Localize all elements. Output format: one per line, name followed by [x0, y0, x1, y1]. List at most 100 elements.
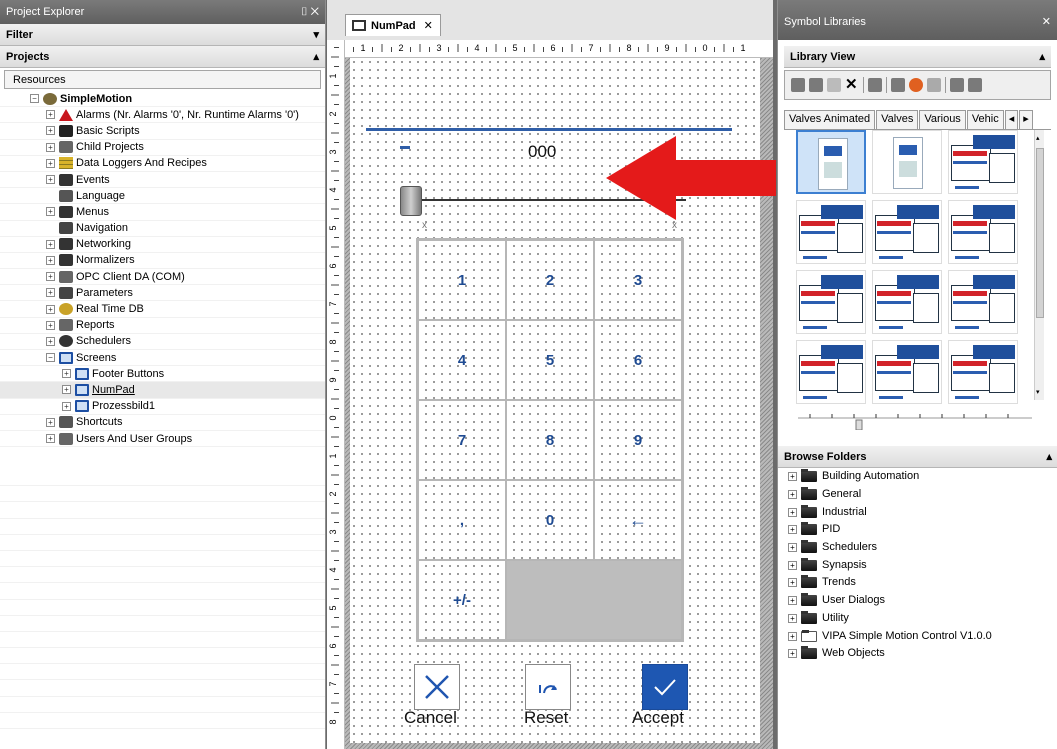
tree-item-opc-client-da-com[interactable]: + OPC Client DA (COM) [0, 269, 325, 286]
symbol-thumbnail[interactable] [948, 340, 1018, 404]
tab-numpad[interactable]: NumPad ✕ [345, 14, 441, 36]
library-save-icon[interactable] [827, 78, 841, 92]
key-backspace[interactable]: ← [594, 480, 682, 560]
tab-close-icon[interactable]: ✕ [424, 16, 433, 36]
expand-icon[interactable]: + [46, 272, 55, 282]
tree-item-parameters[interactable]: + Parameters [0, 285, 325, 302]
tree-item-users-and-user-groups[interactable]: + Users And User Groups [0, 431, 325, 448]
expand-icon[interactable]: + [46, 158, 55, 168]
expand-icon[interactable]: + [46, 126, 55, 136]
projects-section[interactable]: Projects ▴ [0, 46, 325, 68]
symbol-thumbnail[interactable] [948, 270, 1018, 334]
key-6[interactable]: 6 [594, 320, 682, 400]
folder-synapsis[interactable]: + Synapsis [788, 556, 992, 574]
tree-item-navigation[interactable]: Navigation [0, 221, 325, 237]
tab-valves-animated[interactable]: Valves Animated [784, 110, 876, 129]
symbol-thumbnail[interactable] [948, 200, 1018, 264]
tree-item-menus[interactable]: + Menus [0, 204, 325, 221]
expand-icon[interactable]: + [788, 631, 797, 641]
expand-icon[interactable]: + [46, 110, 55, 120]
folder-pid[interactable]: + PID [788, 521, 992, 539]
symbol-thumbnail[interactable] [796, 200, 866, 264]
tab-valves[interactable]: Valves [876, 110, 919, 129]
thumbnail-scrollbar[interactable]: ▴ ▾ [1034, 130, 1044, 400]
expand-icon[interactable]: + [46, 288, 55, 298]
tree-item-real-time-db[interactable]: + Real Time DB [0, 301, 325, 318]
thumbnail-size-slider[interactable] [796, 410, 1036, 430]
tree-item-data-loggers-and-recipes[interactable]: + Data Loggers And Recipes [0, 156, 325, 172]
expand-icon[interactable]: + [62, 369, 71, 379]
key-9[interactable]: 9 [594, 400, 682, 480]
key-comma[interactable]: , [418, 480, 506, 560]
tree-item-events[interactable]: + Events [0, 172, 325, 189]
expand-icon[interactable]: + [46, 336, 55, 346]
expand-icon[interactable]: + [46, 434, 55, 444]
expand-icon[interactable]: + [788, 543, 797, 553]
symbol-thumbnail[interactable] [872, 130, 942, 194]
expand-icon[interactable]: + [46, 304, 55, 314]
key-5[interactable]: 5 [506, 320, 594, 400]
expand-icon[interactable]: + [46, 320, 55, 330]
expand-icon[interactable]: + [46, 417, 55, 427]
tree-item-basic-scripts[interactable]: + Basic Scripts [0, 123, 325, 140]
folder-vipa-simple-motion-control-v1-0-0[interactable]: + VIPA Simple Motion Control V1.0.0 [788, 627, 992, 645]
tree-item-screens[interactable]: − Screens [0, 350, 325, 367]
tree-item-language[interactable]: Language [0, 188, 325, 205]
expand-icon[interactable]: + [46, 255, 55, 265]
key-7[interactable]: 7 [418, 400, 506, 480]
chevron-up-icon[interactable]: ▴ [1046, 446, 1052, 467]
reset-button[interactable] [525, 664, 571, 710]
scrollbar-thumb[interactable] [1036, 148, 1044, 318]
folder-general[interactable]: + General [788, 486, 992, 504]
key-8[interactable]: 8 [506, 400, 594, 480]
key-1[interactable]: 1 [418, 240, 506, 320]
symbol-thumbnail[interactable] [872, 340, 942, 404]
tree-item-normalizers[interactable]: + Normalizers [0, 253, 325, 270]
resources-header[interactable]: Resources [4, 70, 321, 89]
expand-icon[interactable]: + [788, 578, 797, 588]
symbol-thumbnail[interactable] [872, 270, 942, 334]
folder-schedulers[interactable]: + Schedulers [788, 539, 992, 557]
expand-icon[interactable]: + [46, 142, 55, 152]
expand-icon[interactable]: + [46, 239, 55, 249]
expand-icon[interactable]: + [46, 175, 55, 185]
library-find-icon[interactable] [927, 78, 941, 92]
key-3[interactable]: 3 [594, 240, 682, 320]
tab-scroll-right-icon[interactable]: ▸ [1019, 110, 1033, 129]
large-icons-view-icon[interactable] [950, 78, 964, 92]
filter-section[interactable]: Filter ▾ [0, 24, 325, 46]
tree-item-simplemotion[interactable]: − SimpleMotion [0, 91, 325, 108]
symbol-thumbnail[interactable] [872, 200, 942, 264]
folder-utility[interactable]: + Utility [788, 610, 992, 628]
key-4[interactable]: 4 [418, 320, 506, 400]
expand-icon[interactable]: + [788, 490, 797, 500]
folder-web-objects[interactable]: + Web Objects [788, 645, 992, 663]
expand-icon[interactable]: + [62, 385, 71, 395]
tree-item-prozessbild1[interactable]: + Prozessbild1 [0, 399, 325, 415]
expand-icon[interactable]: + [788, 525, 797, 535]
library-open-icon[interactable] [809, 78, 823, 92]
tree-item-reports[interactable]: + Reports [0, 318, 325, 334]
folder-trends[interactable]: + Trends [788, 574, 992, 592]
tree-item-schedulers[interactable]: + Schedulers [0, 334, 325, 350]
tree-item-footer-buttons[interactable]: + Footer Buttons [0, 366, 325, 383]
expand-icon[interactable]: + [788, 596, 797, 606]
small-icons-view-icon[interactable] [968, 78, 982, 92]
tab-various[interactable]: Various [919, 110, 966, 129]
expand-icon[interactable]: + [62, 401, 71, 411]
folder-industrial[interactable]: + Industrial [788, 503, 992, 521]
folder-building-automation[interactable]: + Building Automation [788, 468, 992, 486]
expand-icon[interactable]: + [46, 207, 55, 217]
browse-folders-section[interactable]: Browse Folders ▴ [778, 446, 1057, 468]
tree-item-child-projects[interactable]: + Child Projects [0, 140, 325, 156]
chevron-down-icon[interactable]: ▾ [313, 24, 319, 45]
library-view-section[interactable]: Library View ▴ [784, 46, 1051, 68]
tab-vehicles[interactable]: Vehic [966, 110, 1004, 129]
expand-icon[interactable]: + [788, 472, 797, 482]
library-new-icon[interactable] [791, 78, 805, 92]
library-record-icon[interactable] [909, 78, 923, 92]
folder-user-dialogs[interactable]: + User Dialogs [788, 592, 992, 610]
symbol-thumbnail[interactable] [796, 130, 866, 194]
symbol-thumbnail[interactable] [796, 340, 866, 404]
chevron-up-icon[interactable]: ▴ [1039, 46, 1045, 67]
